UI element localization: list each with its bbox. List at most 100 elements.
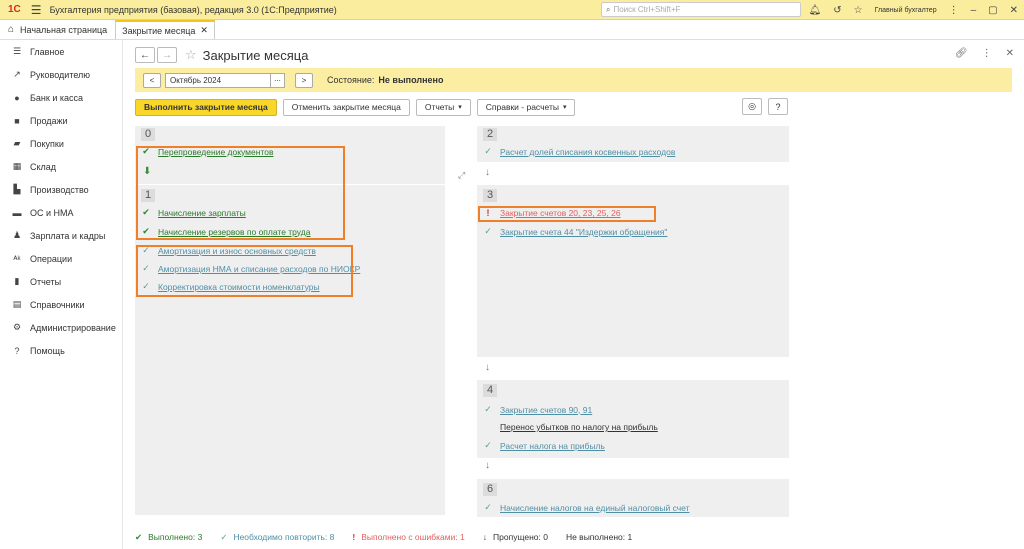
period-value: Октябрь 2024 (170, 75, 222, 85)
truck-icon: ▬ (12, 207, 22, 218)
user-name[interactable]: Главный бухгалтер (875, 7, 937, 14)
legend-errors-label: Выполнено с ошибками: 1 (361, 532, 465, 542)
op-label[interactable]: Перепроведение документов (158, 147, 274, 157)
forward-button[interactable]: → (157, 47, 177, 63)
op-depreciation-fixed-assets[interactable]: ✓ Амортизация и износ основных средств (139, 245, 316, 256)
main-menu-icon[interactable]: ☰ (31, 3, 42, 17)
op-label[interactable]: Начисление зарплаты (158, 208, 246, 218)
settings-menu-icon[interactable]: ⋮ (949, 5, 959, 16)
sidebar-item-label: Справочники (30, 299, 85, 310)
sidebar-item-operations[interactable]: ᴬᵏ Операции (0, 247, 122, 270)
op-label[interactable]: Начисление налогов на единый налоговый с… (500, 503, 690, 513)
check-icon: ✓ (142, 263, 150, 273)
sidebar-item-main[interactable]: ☰ Главное (0, 40, 122, 63)
op-close-accounts-90-91[interactable]: ✓ Закрытие счетов 90, 91 (481, 404, 592, 415)
op-label[interactable]: Закрытие счета 44 "Издержки обращения" (500, 227, 667, 237)
sidebar-item-bank[interactable]: ● Банк и касса (0, 86, 122, 109)
legend-done-label: Выполнено: 3 (148, 532, 203, 542)
run-closing-button[interactable]: Выполнить закрытие месяца (135, 98, 277, 116)
sidebar-item-label: Банк и касса (30, 92, 83, 103)
legend-skipped-label: Пропущено: 0 (493, 532, 548, 542)
bell-icon[interactable]: 🔔︎ (809, 5, 822, 16)
app-title: Бухгалтерия предприятия (базовая), редак… (49, 4, 337, 15)
search-input[interactable]: ⌕ Поиск Ctrl+Shift+F (601, 2, 801, 17)
reports-button[interactable]: Отчеты ▾ (415, 98, 471, 116)
op-close-accounts-20-26[interactable]: ! Закрытие счетов 20, 23, 25, 26 (481, 208, 621, 218)
arrow-right-icon: → (162, 49, 172, 61)
cancel-closing-button[interactable]: Отменить закрытие месяца (282, 98, 410, 116)
op-reserves[interactable]: ✔ Начисление резервов по оплате труда (139, 226, 310, 237)
arrow-down-icon: ↓ (485, 362, 490, 373)
link-icon[interactable]: 🔗︎ (955, 48, 968, 59)
op-close-account-44[interactable]: ✓ Закрытие счета 44 "Издержки обращения" (481, 226, 667, 237)
check-icon: ✓ (484, 440, 492, 450)
sidebar-item-help[interactable]: ? Помощь (0, 339, 122, 362)
sidebar-item-sales[interactable]: ■ Продажи (0, 109, 122, 132)
tabs-bar: ⌂ Начальная страница Закрытие месяца ✕ (0, 20, 1024, 40)
legend-errors: ! Выполнено с ошибками: 1 (352, 532, 464, 542)
certificates-button[interactable]: Справки - расчеты ▾ (476, 98, 576, 116)
sidebar-item-manager[interactable]: ↗ Руководителю (0, 63, 122, 86)
more-icon[interactable]: ⋮ (982, 48, 992, 59)
op-cost-adjustment[interactable]: ✓ Корректировка стоимости номенклатуры (139, 281, 320, 292)
op-salary[interactable]: ✔ Начисление зарплаты (139, 207, 246, 218)
maximize-icon[interactable]: ▢ (988, 5, 997, 16)
period-field[interactable]: Октябрь 2024 ... (165, 72, 285, 88)
op-label[interactable]: Перенос убытков по налогу на прибыль (500, 422, 658, 432)
op-label[interactable]: Расчет долей списания косвенных расходов (500, 147, 675, 157)
period-select-button[interactable]: ... (270, 73, 284, 87)
page-title: Закрытие месяца (202, 47, 309, 63)
op-label[interactable]: Расчет налога на прибыль (500, 441, 605, 451)
favorite-star-icon[interactable]: ☆ (185, 47, 197, 63)
tab-close-icon[interactable]: ✕ (200, 25, 208, 36)
form-header: ← → ☆ Закрытие месяца (135, 46, 308, 64)
next-period-button[interactable]: > (295, 72, 313, 88)
minimize-icon[interactable]: – (971, 5, 977, 16)
expand-arrow-icon[interactable]: ⤢ (458, 170, 465, 181)
sidebar-item-purchases[interactable]: ▰ Покупки (0, 132, 122, 155)
op-label[interactable]: Закрытие счетов 90, 91 (500, 405, 592, 415)
op-label[interactable]: Корректировка стоимости номенклатуры (158, 282, 320, 292)
home-icon: ⌂ (8, 24, 15, 35)
op-label[interactable]: Амортизация НМА и списание расходов по Н… (158, 264, 360, 274)
legend-repeat-label: Необходимо повторить: 8 (233, 532, 335, 542)
prev-period-button[interactable]: < (143, 72, 161, 88)
check-icon: ✓ (484, 146, 492, 156)
op-single-tax-account[interactable]: ✓ Начисление налогов на единый налоговый… (481, 502, 690, 513)
check-icon: ✓ (142, 281, 150, 291)
coins-icon: ● (14, 92, 20, 103)
sidebar-item-warehouse[interactable]: ▦ Склад (0, 155, 122, 178)
sidebar-item-assets[interactable]: ▬ ОС и НМА (0, 201, 122, 224)
close-icon[interactable]: ✕ (1010, 5, 1018, 16)
op-depreciation-intangibles[interactable]: ✓ Амортизация НМА и списание расходов по… (139, 263, 360, 274)
check-icon: ✔ (142, 146, 150, 156)
sidebar-item-reports[interactable]: ▮ Отчеты (0, 270, 122, 293)
sidebar-item-production[interactable]: ▙ Производство (0, 178, 122, 201)
close-form-icon[interactable]: ✕ (1006, 48, 1014, 59)
op-label[interactable]: Закрытие счетов 20, 23, 25, 26 (500, 208, 621, 218)
sidebar-item-label: ОС и НМА (30, 207, 74, 218)
op-loss-transfer[interactable]: Перенос убытков по налогу на прибыль (481, 422, 658, 432)
tab-month-closing[interactable]: Закрытие месяца ✕ (115, 20, 215, 39)
op-label[interactable]: Амортизация и износ основных средств (158, 246, 316, 256)
sidebar-item-salary[interactable]: ♟ Зарплата и кадры (0, 224, 122, 247)
tab-home[interactable]: ⌂ Начальная страница (0, 20, 115, 39)
history-icon[interactable]: ↺ (833, 5, 841, 16)
bag-icon: ■ (14, 115, 20, 126)
op-label[interactable]: Начисление резервов по оплате труда (158, 227, 310, 237)
check-icon: ✓ (220, 531, 228, 542)
sidebar: ☰ Главное ↗ Руководителю ● Банк и касса ■ Пр… (0, 40, 122, 549)
favorites-icon[interactable]: ☆ (854, 5, 863, 16)
state-value: Не выполнено (378, 75, 444, 85)
arrow-down-icon: ↓ (485, 460, 490, 471)
help-button[interactable]: ? (768, 98, 788, 115)
double-check-icon: ✔ (142, 226, 150, 236)
settings-target-icon[interactable]: ◎ (742, 98, 762, 115)
op-indirect-costs-shares[interactable]: ✓ Расчет долей списания косвенных расход… (481, 146, 675, 157)
op-reposting-documents[interactable]: ✔ Перепроведение документов (139, 146, 274, 157)
sidebar-item-admin[interactable]: ⚙ Администрирование (0, 316, 122, 339)
back-button[interactable]: ← (135, 47, 155, 63)
warehouse-icon: ▦ (12, 161, 22, 171)
op-profit-tax[interactable]: ✓ Расчет налога на прибыль (481, 440, 605, 451)
sidebar-item-catalogs[interactable]: ▤ Справочники (0, 293, 122, 316)
